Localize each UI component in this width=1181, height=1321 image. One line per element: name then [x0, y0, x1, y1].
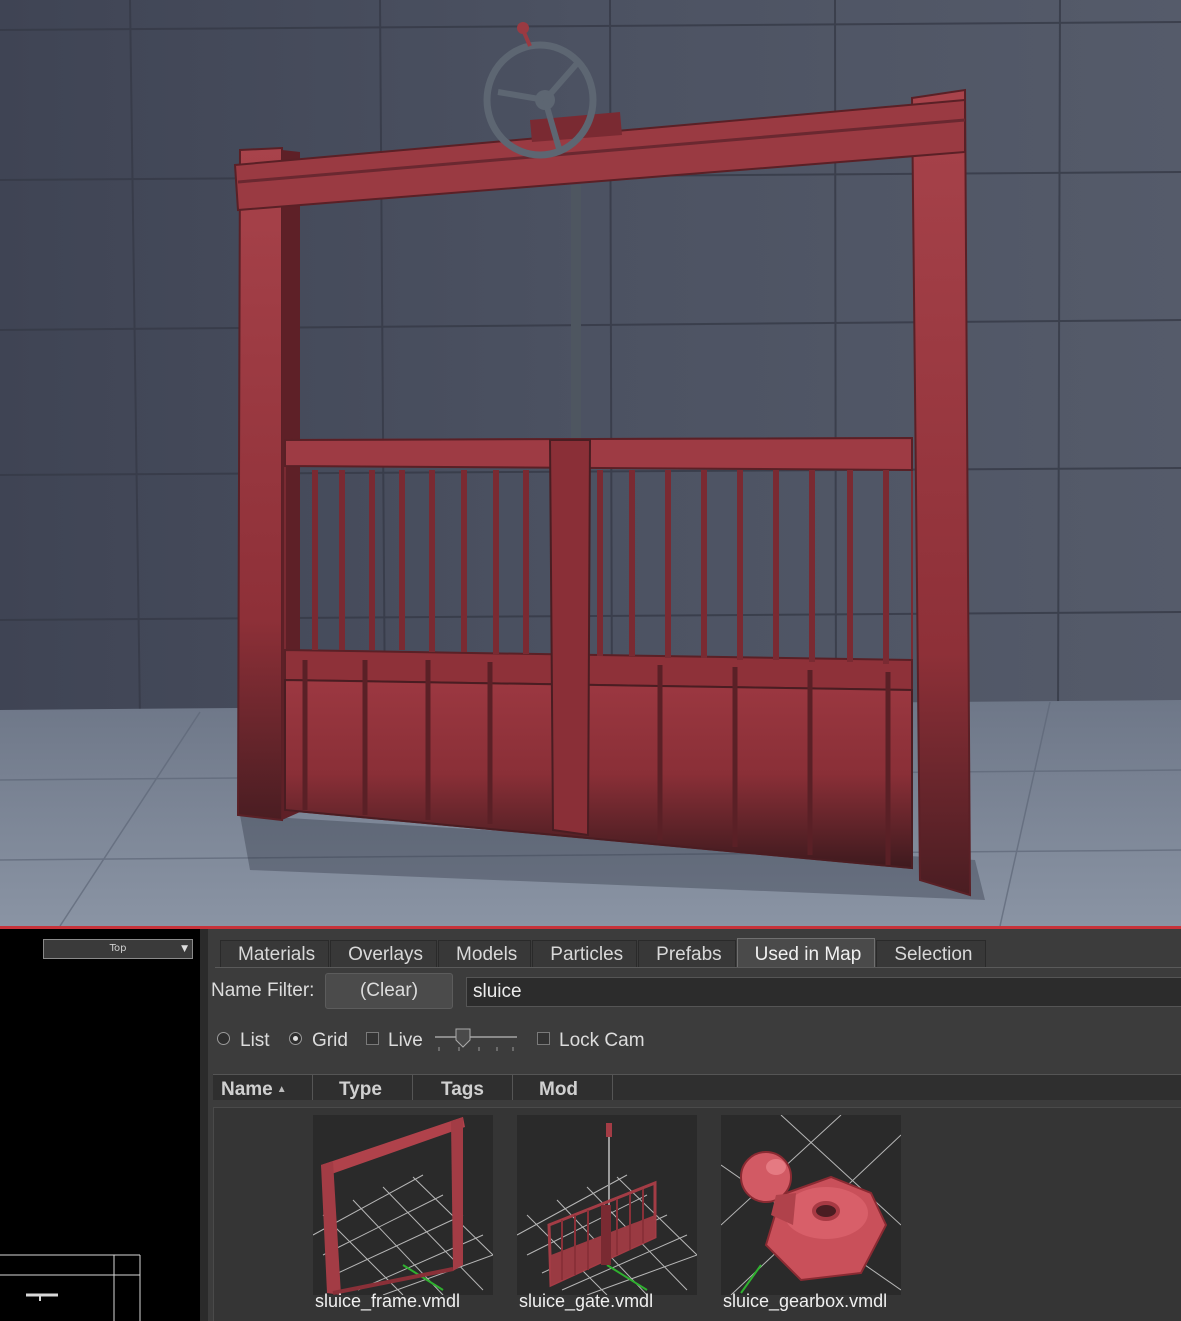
3d-viewport[interactable]: [0, 0, 1181, 926]
list-label: List: [240, 1030, 270, 1051]
asset-thumbnail[interactable]: [313, 1115, 493, 1295]
list-radio[interactable]: [217, 1031, 230, 1045]
name-filter-label: Name Filter:: [211, 980, 315, 1001]
asset-name: sluice_frame.vmdl: [315, 1291, 461, 1311]
tab-prefabs[interactable]: Prefabs: [638, 940, 736, 968]
tab-particles[interactable]: Particles: [532, 940, 638, 968]
asset-browser: Materials Overlays Models Particles Pref…: [200, 929, 1181, 1321]
lock-cam-option[interactable]: Lock Cam: [537, 1030, 645, 1052]
2d-grid-lines: [0, 1254, 141, 1321]
lock-cam-checkbox[interactable]: [537, 1031, 550, 1045]
tab-used-in-map[interactable]: Used in Map: [736, 938, 876, 968]
sluice-gearbox-thumbnail: [721, 1115, 901, 1295]
sort-ascending-icon: ▲: [276, 1084, 287, 1095]
live-checkbox[interactable]: [366, 1031, 379, 1045]
asset-thumbnail[interactable]: [517, 1115, 697, 1295]
sluice-frame-thumbnail: [313, 1117, 493, 1295]
column-name[interactable]: Name ▲: [213, 1075, 313, 1100]
live-option[interactable]: Live: [366, 1030, 423, 1052]
name-filter-input[interactable]: [466, 977, 1181, 1007]
tab-overlays[interactable]: Overlays: [330, 940, 438, 968]
browser-tabs: Materials Overlays Models Particles Pref…: [220, 938, 987, 968]
sluice-gate-thumbnail: [517, 1123, 697, 1295]
lock-cam-label: Lock Cam: [559, 1030, 645, 1051]
asset-tile-sluice-gate[interactable]: sluice_gate.vmdl: [517, 1115, 697, 1311]
tab-materials[interactable]: Materials: [220, 940, 330, 968]
asset-tile-sluice-gearbox[interactable]: sluice_gearbox.vmdl: [721, 1115, 901, 1311]
2d-view-panel[interactable]: Top ▼: [0, 929, 200, 1321]
thumbnail-size-slider[interactable]: [433, 1026, 519, 1058]
asset-tile-sluice-frame[interactable]: sluice_frame.vmdl: [313, 1115, 493, 1311]
live-label: Live: [388, 1030, 423, 1051]
column-name-label: Name: [221, 1079, 273, 1100]
grid-option[interactable]: Grid: [289, 1030, 348, 1052]
asset-name: sluice_gearbox.vmdl: [723, 1291, 888, 1311]
column-tags[interactable]: Tags: [413, 1075, 513, 1100]
view-options-row: List Grid Live Lock Cam: [211, 1026, 1181, 1058]
grid-label: Grid: [312, 1030, 348, 1051]
asset-thumbnail[interactable]: [721, 1115, 901, 1295]
column-type[interactable]: Type: [313, 1075, 413, 1100]
tab-divider: [215, 967, 1181, 968]
asset-name: sluice_gate.vmdl: [519, 1291, 654, 1311]
list-option[interactable]: List: [217, 1030, 270, 1052]
asset-grid: sluice_frame.vmdl sluice_gate.vmdl sluic…: [213, 1107, 1181, 1321]
viewport-render[interactable]: [0, 0, 1181, 926]
slider-handle[interactable]: [455, 1028, 471, 1048]
column-mod[interactable]: Mod: [513, 1075, 613, 1100]
tab-selection[interactable]: Selection: [876, 940, 987, 968]
grid-radio[interactable]: [289, 1031, 302, 1045]
tab-models[interactable]: Models: [438, 940, 532, 968]
clear-filter-button[interactable]: (Clear): [325, 973, 453, 1009]
name-filter-row: Name Filter: (Clear): [211, 973, 1181, 1009]
column-header: Name ▲ Type Tags Mod: [213, 1074, 1181, 1100]
